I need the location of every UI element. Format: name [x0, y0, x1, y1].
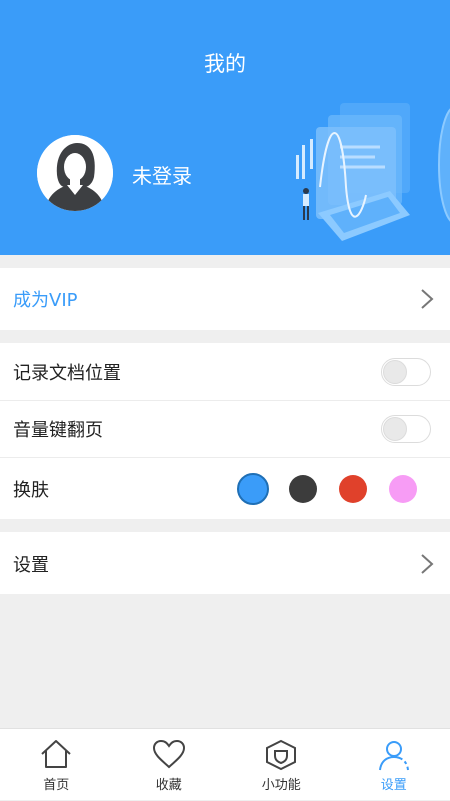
shield-icon	[264, 739, 298, 771]
profile-header: 我的 未登录	[0, 0, 450, 255]
avatar[interactable]	[37, 135, 113, 211]
skin-swatch-red[interactable]	[339, 475, 367, 503]
vip-card: 成为VIP	[0, 268, 450, 330]
record-position-toggle[interactable]	[381, 358, 431, 386]
tab-favorites[interactable]: 收藏	[113, 729, 226, 801]
default-avatar-icon	[37, 135, 113, 211]
settings-label: 设置	[13, 551, 49, 577]
skin-label: 换肤	[13, 476, 49, 502]
bottom-tab-bar: 首页 收藏 小功能 设置	[0, 728, 450, 800]
tab-home[interactable]: 首页	[0, 729, 113, 801]
page-title: 我的	[0, 48, 450, 78]
volume-key-page-row: 音量键翻页	[0, 400, 450, 457]
chevron-right-icon	[420, 553, 434, 575]
tab-home-label: 首页	[0, 774, 113, 793]
tab-tools-label: 小功能	[225, 774, 338, 793]
record-position-row: 记录文档位置	[0, 343, 450, 400]
toggle-knob	[383, 417, 407, 441]
toggle-knob	[383, 360, 407, 384]
heart-icon	[152, 739, 186, 769]
skin-swatch-pink[interactable]	[389, 475, 417, 503]
skin-row: 换肤	[0, 460, 450, 517]
tab-settings-label: 设置	[338, 774, 450, 793]
divider	[0, 457, 450, 458]
options-card: 记录文档位置 音量键翻页 换肤	[0, 343, 450, 519]
tab-settings[interactable]: 设置	[338, 729, 450, 801]
volume-key-page-toggle[interactable]	[381, 415, 431, 443]
tab-tools[interactable]: 小功能	[225, 729, 338, 801]
home-icon	[39, 739, 73, 769]
settings-row[interactable]: 设置	[0, 535, 450, 592]
skin-swatch-dark[interactable]	[289, 475, 317, 503]
workspace-illustration	[280, 95, 450, 255]
volume-key-page-label: 音量键翻页	[13, 416, 103, 442]
chevron-right-icon	[420, 288, 434, 310]
become-vip-label: 成为VIP	[13, 286, 77, 312]
login-status[interactable]: 未登录	[132, 160, 192, 189]
tab-favorites-label: 收藏	[113, 774, 226, 793]
user-icon	[377, 739, 411, 771]
skin-swatch-blue[interactable]	[237, 473, 269, 505]
record-position-label: 记录文档位置	[13, 359, 121, 385]
become-vip-row[interactable]: 成为VIP	[0, 270, 450, 327]
settings-card: 设置	[0, 532, 450, 594]
